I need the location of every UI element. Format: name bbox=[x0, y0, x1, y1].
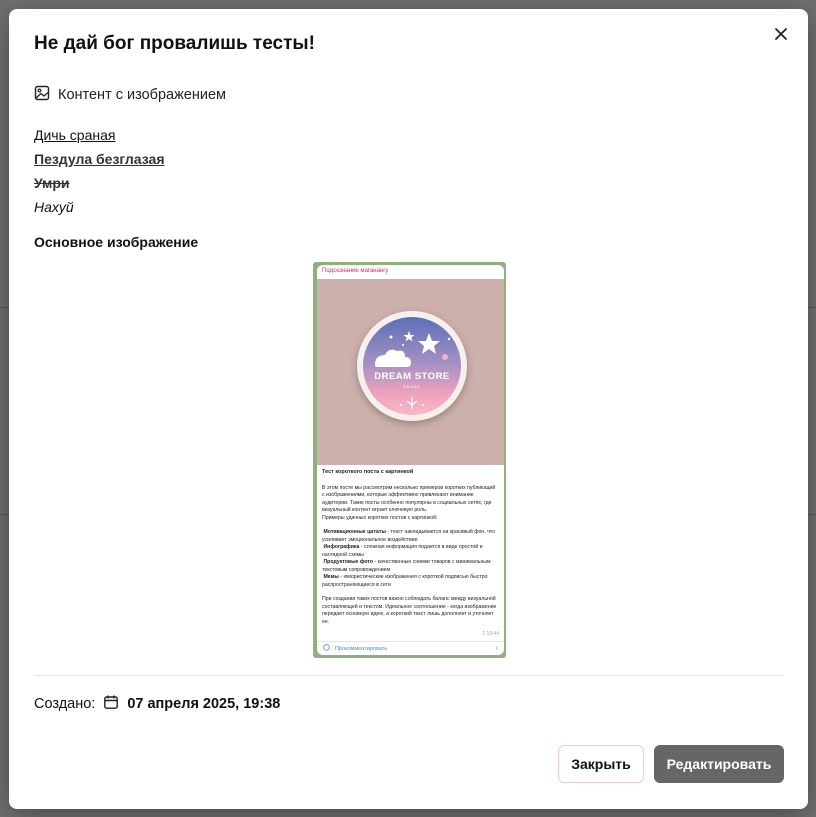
background-divider bbox=[808, 307, 816, 308]
footer-divider bbox=[34, 675, 783, 676]
brand-sub: BRAND bbox=[403, 385, 421, 389]
comment-row: Прокомментировать › bbox=[317, 641, 504, 655]
brand-name: DREAM STORE bbox=[374, 371, 450, 382]
post-meta: 2 19:44 bbox=[482, 631, 499, 637]
content-type-row: Контент с изображением bbox=[34, 85, 226, 105]
post-paragraph: Примеры удачных коротких постов с картин… bbox=[322, 514, 438, 521]
post-preview-card: Подсознание маганангу DREAM STORE BRAND … bbox=[317, 265, 504, 655]
edit-button[interactable]: Редактировать bbox=[654, 745, 784, 783]
post-paragraph: При создании таких постов важно соблюдат… bbox=[322, 596, 497, 625]
post-text: Тест короткого поста с картинкой В этом … bbox=[317, 465, 504, 626]
post-bullet: Инфографика - сложная информация подаетс… bbox=[322, 544, 499, 559]
rich-text-line: Дичь сраная bbox=[34, 127, 116, 143]
post-bullet: Мотивационные цитаты - текст накладывает… bbox=[322, 529, 499, 544]
chevron-right-icon: › bbox=[495, 645, 498, 652]
rich-text-line: Умри bbox=[34, 175, 70, 191]
bullet-text: - юмористические изображения с короткой … bbox=[322, 574, 488, 588]
background-divider bbox=[808, 514, 816, 515]
created-row: Создано: 07 апреля 2025, 19:38 bbox=[34, 694, 280, 714]
bullet-title: Мемы bbox=[323, 574, 339, 580]
sticker-art bbox=[375, 331, 451, 409]
close-icon[interactable] bbox=[770, 23, 792, 45]
comment-label: Прокомментировать bbox=[335, 645, 388, 652]
channel-label: Подсознание маганангу bbox=[322, 268, 389, 274]
image-section-title: Основное изображение bbox=[34, 234, 199, 250]
brand-sticker: DREAM STORE BRAND bbox=[357, 311, 467, 421]
rich-text-line: Нахуй bbox=[34, 199, 74, 215]
calendar-icon bbox=[103, 694, 119, 714]
background-divider bbox=[0, 514, 9, 515]
comment-icon bbox=[323, 644, 330, 653]
post-bullet: Мемы - юмористические изображения с коро… bbox=[322, 574, 499, 589]
bullet-title: Продуктовые фото bbox=[323, 559, 374, 565]
created-date: 07 апреля 2025, 19:38 bbox=[127, 696, 281, 712]
created-label: Создано: bbox=[34, 696, 96, 712]
content-detail-modal: Не дай бог провалишь тесты! Контент с из… bbox=[9, 9, 808, 809]
close-button[interactable]: Закрыть bbox=[558, 745, 644, 783]
modal-title: Не дай бог провалишь тесты! bbox=[34, 33, 315, 54]
image-icon bbox=[34, 85, 50, 105]
post-photo: DREAM STORE BRAND bbox=[317, 279, 504, 465]
background-divider bbox=[0, 307, 9, 308]
content-type-label: Контент с изображением bbox=[58, 87, 227, 103]
post-bullet: Продуктовые фото - качественные снимки т… bbox=[322, 559, 499, 574]
bullet-title: Мотивационные цитаты bbox=[323, 529, 386, 535]
post-title: Тест короткого поста с картинкой bbox=[322, 469, 414, 475]
post-paragraph: В этом посте мы рассмотрим несколько при… bbox=[322, 484, 496, 514]
main-image: Подсознание маганангу DREAM STORE BRAND … bbox=[313, 262, 506, 658]
rich-text-content: Дичь сраная Пездула безглазая Умри Нахуй bbox=[34, 123, 165, 219]
bullet-title: Инфографика bbox=[323, 544, 360, 550]
rich-text-line: Пездула безглазая bbox=[34, 151, 165, 167]
